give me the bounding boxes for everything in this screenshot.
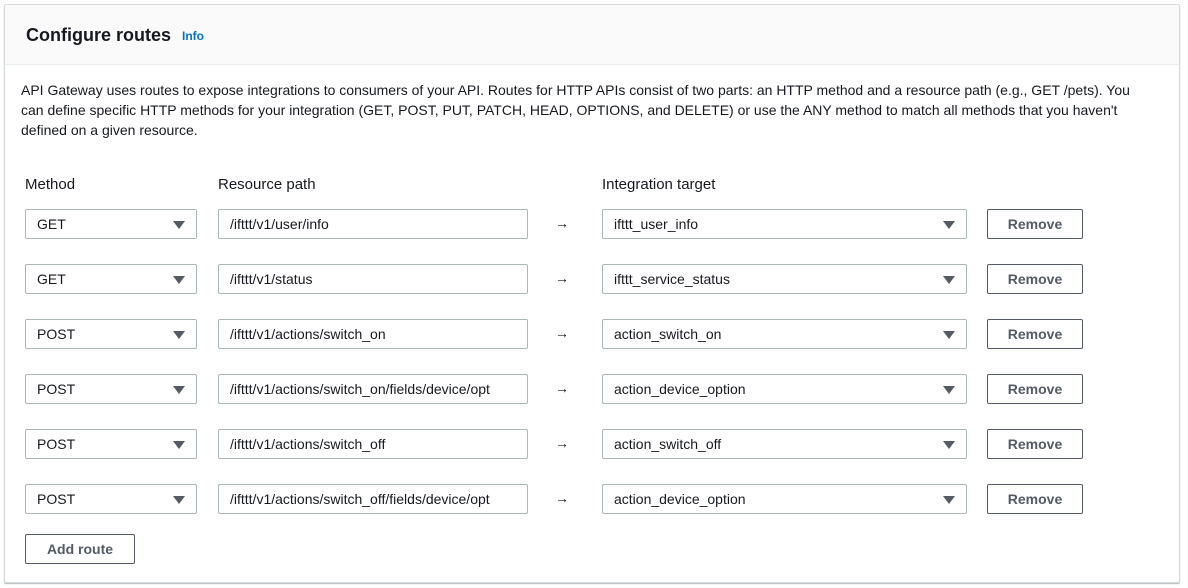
caret-down-icon — [943, 221, 955, 229]
integration-target-value: action_switch_off — [614, 436, 722, 452]
method-select[interactable]: POST — [25, 374, 197, 404]
routes-description: API Gateway uses routes to expose integr… — [21, 82, 1130, 138]
integration-target-value: action_device_option — [614, 491, 746, 507]
method-value: GET — [37, 271, 66, 287]
method-select[interactable]: GET — [25, 209, 197, 239]
remove-route-button[interactable]: Remove — [987, 374, 1083, 404]
resource-path-input[interactable]: /ifttt/v1/actions/switch_off/fields/devi… — [218, 484, 528, 514]
integration-target-select[interactable]: ifttt_service_status — [602, 264, 967, 294]
caret-down-icon — [943, 331, 955, 339]
right-arrow-icon: → — [555, 325, 569, 341]
right-arrow-icon: → — [555, 270, 569, 286]
caret-down-icon — [943, 496, 955, 504]
remove-route-button[interactable]: Remove — [987, 484, 1083, 514]
integration-target-value: action_device_option — [614, 381, 746, 397]
method-value: POST — [37, 491, 76, 507]
resource-path-input[interactable]: /ifttt/v1/actions/switch_off — [218, 429, 528, 459]
caret-down-icon — [173, 276, 185, 284]
method-select[interactable]: POST — [25, 484, 197, 514]
right-arrow-icon: → — [555, 435, 569, 451]
integration-target-value: ifttt_user_info — [614, 216, 699, 232]
resource-path-input[interactable]: /ifttt/v1/status — [218, 264, 528, 294]
method-select[interactable]: POST — [25, 319, 197, 349]
resource-path-input[interactable]: /ifttt/v1/user/info — [218, 209, 528, 239]
integration-target-select[interactable]: action_switch_on — [602, 319, 967, 349]
caret-down-icon — [173, 221, 185, 229]
add-route-button[interactable]: Add route — [25, 534, 135, 564]
caret-down-icon — [173, 441, 185, 449]
integration-target-select[interactable]: action_device_option — [602, 374, 967, 404]
caret-down-icon — [173, 496, 185, 504]
method-value: POST — [37, 381, 76, 397]
integration-target-value: ifttt_service_status — [614, 271, 730, 287]
remove-route-button[interactable]: Remove — [987, 429, 1083, 459]
method-column-label: Method — [25, 176, 76, 193]
caret-down-icon — [943, 276, 955, 284]
page-title: Configure routes — [26, 25, 172, 45]
resource-path-column-label: Resource path — [218, 176, 316, 193]
caret-down-icon — [173, 386, 185, 394]
panel-header: Configure routes Info — [5, 5, 1179, 65]
method-value: POST — [37, 436, 76, 452]
method-value: POST — [37, 326, 76, 342]
method-select[interactable]: GET — [25, 264, 197, 294]
integration-target-value: action_switch_on — [614, 326, 722, 342]
resource-path-input[interactable]: /ifttt/v1/actions/switch_on — [218, 319, 528, 349]
right-arrow-icon: → — [555, 215, 569, 231]
info-link[interactable]: Info — [182, 29, 204, 43]
remove-route-button[interactable]: Remove — [987, 319, 1083, 349]
integration-target-select[interactable]: action_switch_off — [602, 429, 967, 459]
remove-route-button[interactable]: Remove — [987, 209, 1083, 239]
resource-path-input[interactable]: /ifttt/v1/actions/switch_on/fields/devic… — [218, 374, 528, 404]
remove-route-button[interactable]: Remove — [987, 264, 1083, 294]
caret-down-icon — [943, 386, 955, 394]
integration-target-column-label: Integration target — [602, 176, 716, 193]
integration-target-select[interactable]: ifttt_user_info — [602, 209, 967, 239]
caret-down-icon — [943, 441, 955, 449]
method-value: GET — [37, 216, 66, 232]
integration-target-select[interactable]: action_device_option — [602, 484, 967, 514]
right-arrow-icon: → — [555, 380, 569, 396]
method-select[interactable]: POST — [25, 429, 197, 459]
caret-down-icon — [173, 331, 185, 339]
right-arrow-icon: → — [555, 490, 569, 506]
